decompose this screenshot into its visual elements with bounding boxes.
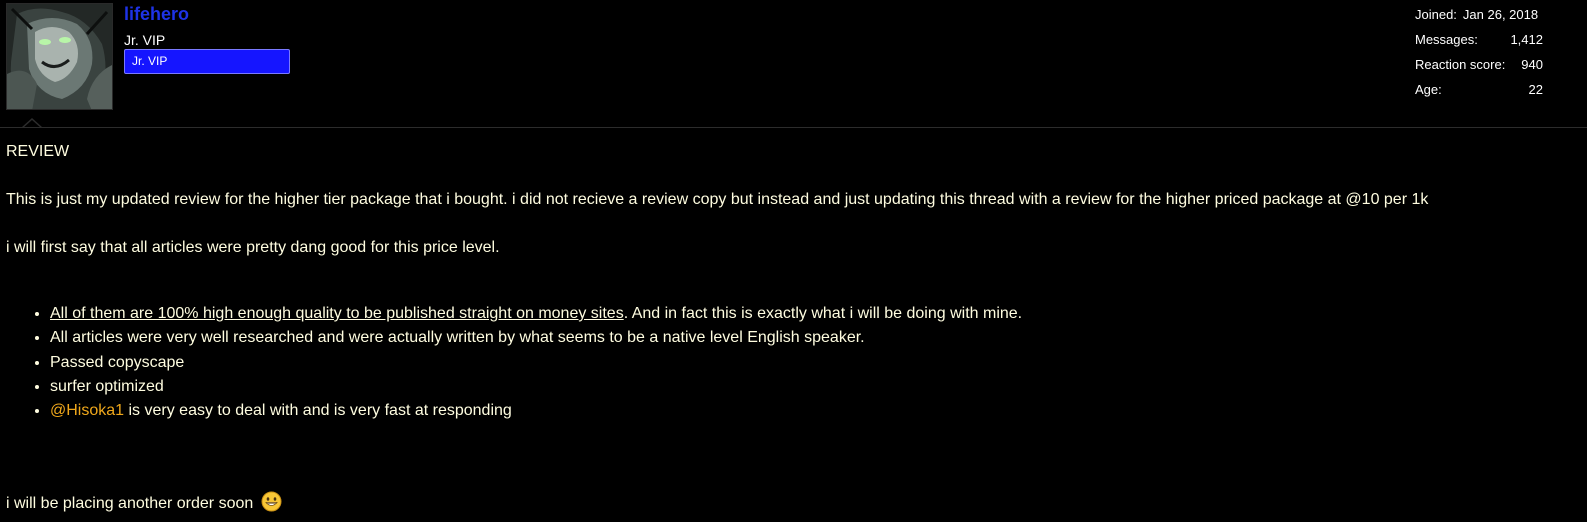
stat-label: Age: <box>1415 82 1442 97</box>
user-stats: Joined: Jan 26, 2018 Messages: 1,412 Rea… <box>1415 6 1543 106</box>
review-heading: REVIEW <box>6 143 70 160</box>
stat-value: 22 <box>1528 82 1543 97</box>
list-item: All of them are 100% high enough quality… <box>50 304 1022 328</box>
underlined-text: All of them are 100% high enough quality… <box>50 305 624 322</box>
list-item-text: is very easy to deal with and is very fa… <box>124 402 512 420</box>
list-item: surfer optimized <box>50 377 1022 401</box>
list-item-text: . And in fact this is exactly what i wil… <box>623 305 1023 322</box>
paragraph: This is just my updated review for the h… <box>6 191 1429 208</box>
list-item-text: surfer optimized <box>50 377 164 395</box>
user-avatar[interactable] <box>6 3 113 110</box>
avatar-image <box>7 4 112 109</box>
paragraph: i will first say that all articles were … <box>6 239 500 256</box>
grin-emoji-icon <box>261 491 282 517</box>
list-item: All articles were very well researched a… <box>50 328 1022 352</box>
header-divider <box>0 127 1587 128</box>
list-item-text: All articles were very well researched a… <box>50 329 865 347</box>
stat-age: Age: 22 <box>1415 81 1543 106</box>
user-title: Jr. VIP <box>124 32 166 48</box>
stat-messages: Messages: 1,412 <box>1415 31 1543 56</box>
user-mention-link[interactable]: @Hisoka1 <box>50 402 124 419</box>
list-item: @Hisoka1 is very easy to deal with and i… <box>50 401 1022 425</box>
stat-joined: Joined: Jan 26, 2018 <box>1415 6 1543 31</box>
forum-post: lifehero Jr. VIP Jr. VIP Joined: Jan 26,… <box>0 0 1587 522</box>
closing-paragraph: i will be placing another order soon <box>6 491 282 517</box>
closing-text: i will be placing another order soon <box>6 495 254 512</box>
user-banner: Jr. VIP <box>124 49 290 74</box>
stat-label: Reaction score: <box>1415 57 1506 72</box>
stat-label: Messages: <box>1415 32 1478 47</box>
stat-value: Jan 26, 2018 <box>1462 7 1539 22</box>
username-link[interactable]: lifehero <box>124 4 189 25</box>
review-bullet-list: All of them are 100% high enough quality… <box>6 304 1022 425</box>
stat-value: 940 <box>1521 57 1543 72</box>
stat-reaction-score: Reaction score: 940 <box>1415 56 1543 81</box>
stat-value[interactable]: 1,412 <box>1510 31 1543 56</box>
stat-label: Joined: <box>1415 7 1457 22</box>
list-item-text: Passed copyscape <box>50 353 185 371</box>
list-item: Passed copyscape <box>50 353 1022 377</box>
